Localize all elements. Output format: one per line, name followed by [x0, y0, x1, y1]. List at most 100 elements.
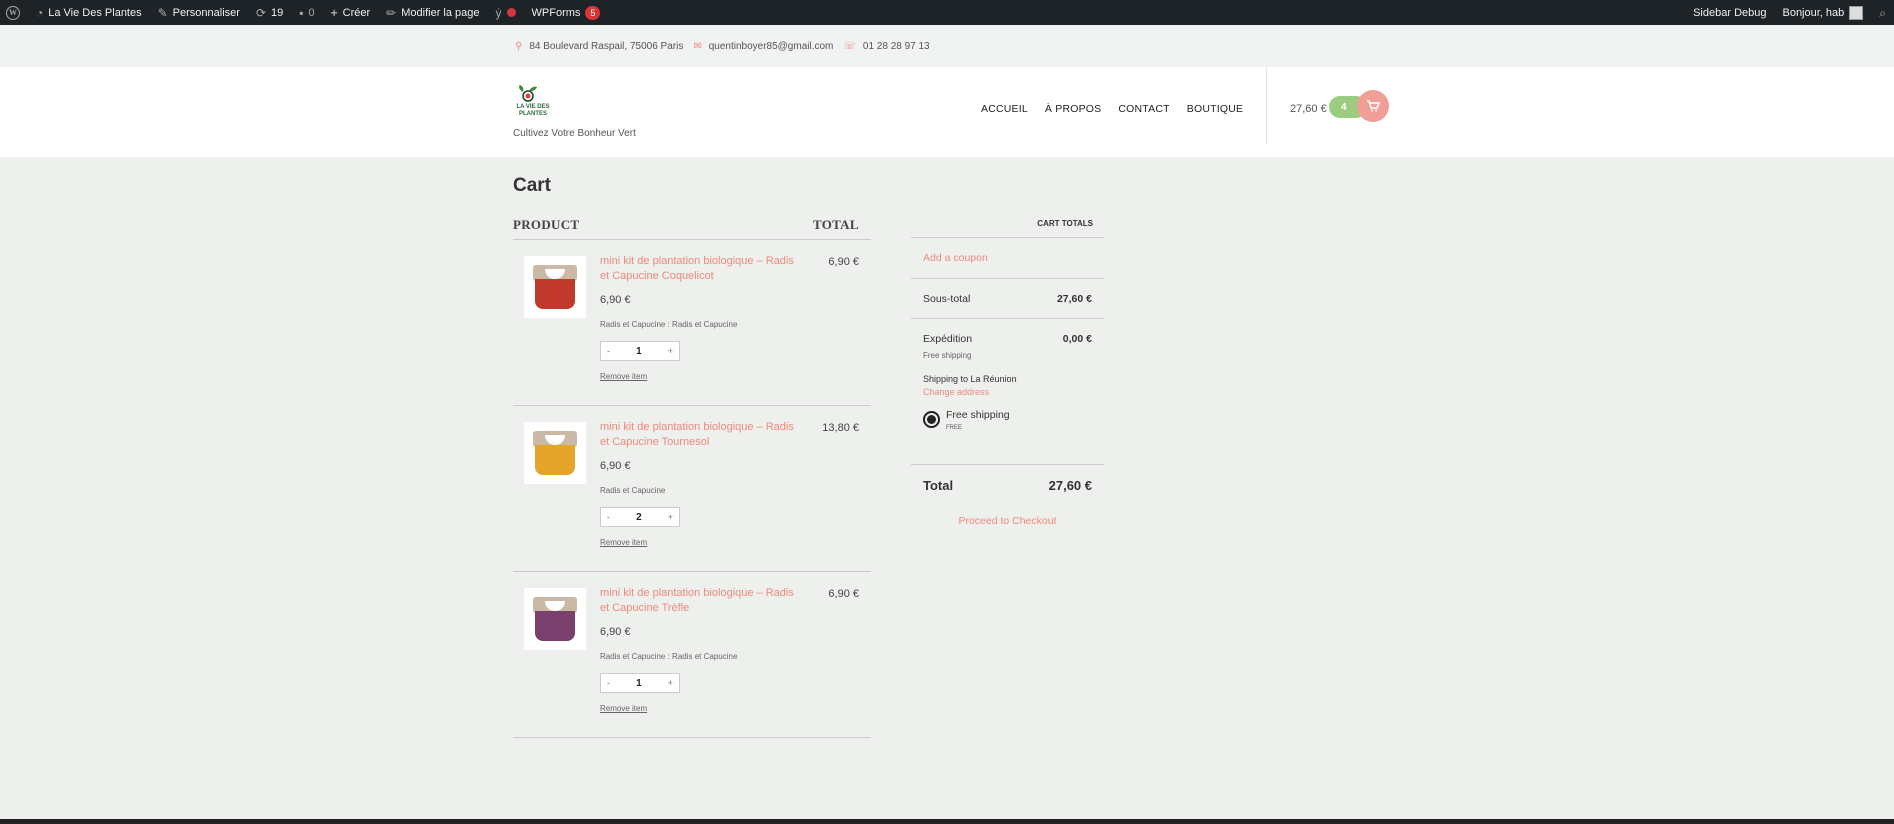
- product-thumbnail[interactable]: [524, 588, 586, 650]
- nav-a-propos[interactable]: À PROPOS: [1045, 103, 1101, 115]
- shipping-option[interactable]: Free shipping FREE: [923, 409, 1092, 431]
- shipping-value: 0,00 €: [1062, 333, 1092, 345]
- edit-page-menu[interactable]: ✏ Modifier la page: [378, 0, 487, 25]
- variant-label: Radis et Capucine : Radis et Capucine: [600, 652, 738, 661]
- unit-price: 6,90 €: [600, 460, 631, 472]
- pot-color-band: [535, 279, 575, 309]
- cart-totals-heading: CART TOTALS: [911, 207, 1104, 238]
- qty-decrease-button[interactable]: -: [607, 346, 610, 356]
- total-label: Total: [923, 478, 954, 493]
- top-info-bar: ⚲ 84 Boulevard Raspail, 75006 Paris ✉ quen…: [0, 25, 1894, 67]
- total-value: 27,60 €: [1048, 478, 1092, 493]
- comments-menu[interactable]: ▪ 0: [291, 0, 322, 25]
- qty-value[interactable]: 1: [636, 678, 642, 689]
- plus-icon: +: [330, 5, 338, 20]
- account-menu[interactable]: Bonjour, hab: [1774, 0, 1871, 25]
- add-coupon-link[interactable]: Add a coupon: [911, 238, 1104, 279]
- qty-increase-button[interactable]: +: [668, 678, 673, 688]
- phone-item[interactable]: ☏ 01 28 28 97 13: [843, 41, 929, 52]
- header-cart-total[interactable]: 27,60 €: [1290, 103, 1327, 115]
- product-name-link[interactable]: mini kit de plantation biologique – Radi…: [600, 254, 795, 284]
- unit-price: 6,90 €: [600, 294, 631, 306]
- line-total: 13,80 €: [822, 422, 859, 434]
- qty-increase-button[interactable]: +: [668, 512, 673, 522]
- cart-item-coquelicot: mini kit de plantation biologique – Radi…: [513, 240, 871, 406]
- yoast-menu[interactable]: ẏ: [488, 0, 524, 25]
- qty-increase-button[interactable]: +: [668, 346, 673, 356]
- admin-bar: W ◔ La Vie Des Plantes ✎ Personnaliser ⟳ 19…: [0, 0, 1894, 25]
- cart-icon: [1367, 100, 1380, 112]
- nav-boutique[interactable]: BOUTIQUE: [1187, 103, 1243, 115]
- product-image: [531, 593, 579, 645]
- proceed-to-checkout-button[interactable]: Proceed to Checkout: [911, 515, 1104, 527]
- sidebar-debug-menu[interactable]: Sidebar Debug: [1687, 0, 1774, 25]
- seo-status-dot: [506, 8, 516, 17]
- wp-logo-menu[interactable]: W: [0, 0, 28, 25]
- product-name-link[interactable]: mini kit de plantation biologique – Radi…: [600, 420, 795, 450]
- site-name-menu[interactable]: ◔ La Vie Des Plantes: [28, 0, 150, 25]
- cart-button[interactable]: [1357, 90, 1389, 122]
- phone-icon: ☏: [843, 40, 856, 52]
- subtotal-value: 27,60 €: [1056, 293, 1092, 305]
- unit-price: 6,90 €: [600, 626, 631, 638]
- admin-search[interactable]: ⌕: [1871, 0, 1894, 25]
- updates-icon: ⟳: [255, 5, 266, 20]
- variant-label: Radis et Capucine : Radis et Capucine: [600, 320, 738, 329]
- search-icon: ⌕: [1879, 5, 1886, 20]
- quantity-stepper: - 1 +: [600, 341, 680, 361]
- shipping-label: Expédition: [923, 333, 973, 345]
- order-total-row: Total 27,60 €: [911, 465, 1104, 503]
- pot-color-band: [535, 611, 575, 641]
- email-item[interactable]: ✉ quentinboyer85@gmail.com: [693, 41, 833, 52]
- subtotal-label: Sous-total: [923, 293, 971, 305]
- shipping-option-label: Free shipping: [946, 409, 1010, 421]
- qty-value[interactable]: 2: [636, 512, 642, 523]
- quantity-stepper: - 1 +: [600, 673, 680, 693]
- qty-decrease-button[interactable]: -: [607, 512, 610, 522]
- line-total: 6,90 €: [828, 588, 859, 600]
- address-item: ⚲ 84 Boulevard Raspail, 75006 Paris: [515, 40, 684, 52]
- avatar: [1849, 5, 1864, 20]
- product-thumbnail[interactable]: [524, 256, 586, 318]
- main-nav: ACCUEIL À PROPOS CONTACT BOUTIQUE: [981, 103, 1243, 115]
- product-image: [531, 427, 579, 479]
- bottom-edge: [0, 819, 1894, 824]
- site-header: LA VIE DES PLANTES Cultivez Votre Bonheu…: [0, 67, 1894, 157]
- product-thumbnail[interactable]: [524, 422, 586, 484]
- customize-menu[interactable]: ✎ Personnaliser: [150, 0, 248, 25]
- header-divider: [1266, 67, 1267, 144]
- shipping-row: Expédition 0,00 € Free shipping Shipping…: [911, 319, 1104, 465]
- site-tagline: Cultivez Votre Bonheur Vert: [513, 128, 636, 139]
- qty-decrease-button[interactable]: -: [607, 678, 610, 688]
- remove-item-link[interactable]: Remove item: [600, 704, 647, 713]
- nav-contact[interactable]: CONTACT: [1118, 103, 1169, 115]
- variant-label: Radis et Capucine: [600, 486, 666, 495]
- nav-accueil[interactable]: ACCUEIL: [981, 103, 1028, 115]
- page-title: Cart: [513, 175, 552, 196]
- product-image: [531, 261, 579, 313]
- cart-item-tournesol: mini kit de plantation biologique – Radi…: [513, 406, 871, 572]
- shipping-destination: Shipping to La Réunion: [923, 374, 1017, 384]
- pencil-icon: ✏: [386, 5, 397, 20]
- brush-icon: ✎: [157, 5, 168, 20]
- new-content-menu[interactable]: + Créer: [323, 0, 379, 25]
- shipping-option-price: FREE: [946, 425, 963, 431]
- remove-item-link[interactable]: Remove item: [600, 538, 647, 547]
- subtotal-row: Sous-total 27,60 €: [911, 279, 1104, 319]
- updates-menu[interactable]: ⟳ 19: [248, 0, 291, 25]
- cart-totals-panel: CART TOTALS Add a coupon Sous-total 27,6…: [911, 207, 1104, 527]
- product-name-link[interactable]: mini kit de plantation biologique – Radi…: [600, 586, 795, 616]
- quantity-stepper: - 2 +: [600, 507, 680, 527]
- wpforms-menu[interactable]: WPForms 5: [524, 0, 609, 25]
- dashboard-icon: ◔: [36, 5, 44, 20]
- wpforms-count-badge: 5: [585, 5, 601, 20]
- column-header-product: PRODUCT: [513, 217, 580, 232]
- change-address-link[interactable]: Change address: [923, 387, 1092, 397]
- envelope-icon: ✉: [693, 40, 702, 52]
- qty-value[interactable]: 1: [636, 346, 642, 357]
- site-logo[interactable]: LA VIE DES PLANTES: [513, 84, 550, 124]
- shipping-radio[interactable]: [923, 411, 940, 428]
- pot-color-band: [535, 445, 575, 475]
- yoast-icon: ẏ: [495, 5, 502, 20]
- remove-item-link[interactable]: Remove item: [600, 372, 647, 381]
